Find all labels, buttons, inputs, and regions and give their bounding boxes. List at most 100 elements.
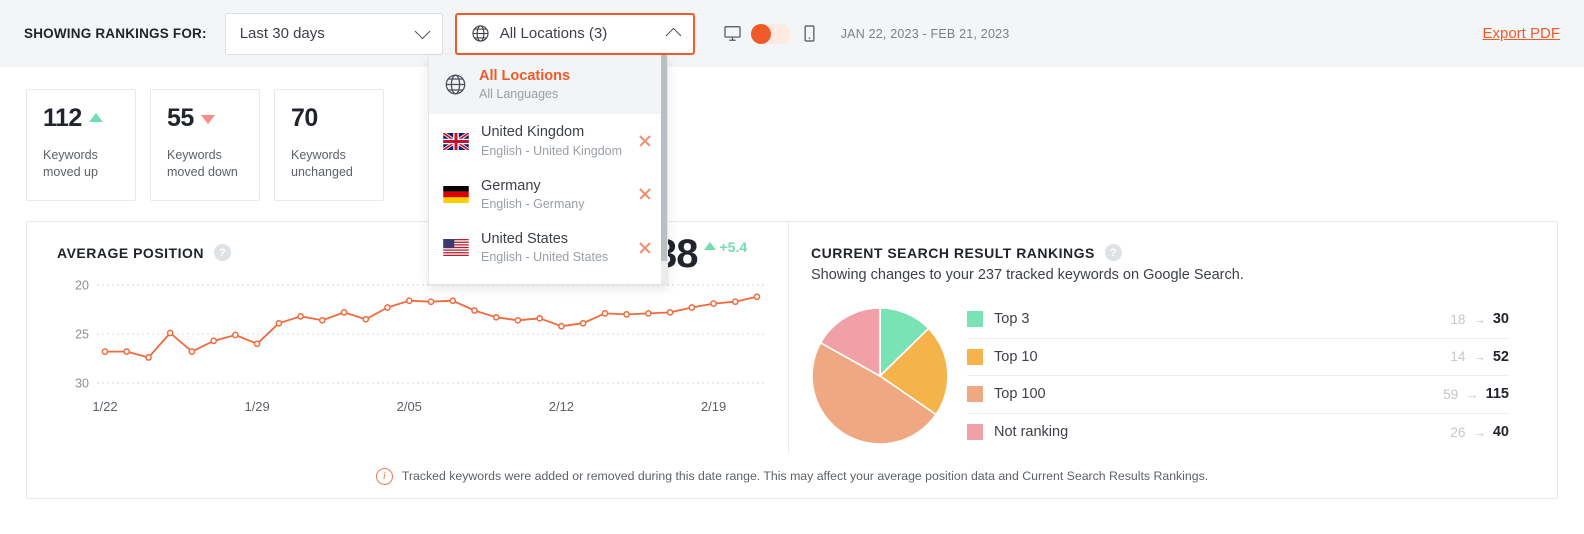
legend-label: Top 10 [994,349,1038,365]
stat-label: Keywords moved down [167,147,255,181]
average-position-delta: +5.4 [720,239,748,255]
line-chart-svg: 20 25 301/22 1/29 2/05 2/12 2/19 [57,271,769,436]
help-icon[interactable]: ? [1105,244,1122,261]
chevron-up-icon [665,28,681,44]
legend-old-value: 18 [1450,312,1465,327]
stat-card-unchanged: 70 Keywords unchanged [274,89,384,201]
device-toggle-switch[interactable] [751,24,791,44]
date-range-display: JAN 22, 2023 - FEB 21, 2023 [841,27,1010,41]
arrow-right-icon: → [1472,425,1486,440]
legend-new-value: 115 [1486,386,1509,402]
svg-text:2/19: 2/19 [701,399,726,414]
dropdown-item-title: United States [481,230,625,248]
legend-old-value: 14 [1450,349,1465,364]
trend-down-icon [201,115,215,124]
svg-text:30: 30 [75,377,89,391]
note-text: Tracked keywords were added or removed d… [402,469,1208,483]
svg-text:2/12: 2/12 [549,399,574,414]
legend-new-value: 30 [1493,311,1509,327]
date-range-select-value: Last 30 days [240,25,325,42]
stat-value: 112 [43,104,82,133]
legend-swatch [967,349,983,365]
chevron-down-icon [414,24,430,40]
average-position-value-group: 38 +5.4 [655,235,747,273]
dropdown-item-subtitle: English - United Kingdom [481,143,625,159]
legend-row-top-3[interactable]: Top 3 18 → 30 [967,301,1509,339]
globe-icon [443,73,467,96]
dropdown-item-title: Germany [481,177,625,195]
filter-toolbar: SHOWING RANKINGS FOR: Last 30 days All L… [0,0,1584,67]
flag-de-icon [443,186,469,203]
trend-up-icon [704,242,716,250]
rankings-legend: Top 3 18 → 30 Top 10 14 → 52 [967,301,1557,451]
stat-card-moved-up: 112 Keywords moved up [26,89,136,201]
legend-row-top-100[interactable]: Top 100 59 → 115 [967,376,1509,414]
average-position-title: AVERAGE POSITION [57,245,204,261]
dropdown-item-all-locations[interactable]: All Locations All Languages [429,55,667,114]
arrow-right-icon: → [1465,387,1479,402]
legend-new-value: 52 [1493,349,1509,365]
remove-location-icon[interactable] [637,240,653,256]
flag-us-icon [443,239,469,256]
dropdown-item-title: All Locations [479,67,653,85]
location-select[interactable]: All Locations (3) [455,13,695,55]
info-icon: i [376,468,393,485]
remove-location-icon[interactable] [637,186,653,202]
globe-icon [471,24,490,43]
legend-label: Top 3 [994,311,1029,327]
svg-text:20: 20 [75,279,89,293]
mobile-icon[interactable] [800,24,819,43]
legend-row-not-ranking[interactable]: Not ranking 26 → 40 [967,414,1509,452]
stat-value: 55 [167,104,194,133]
svg-text:1/29: 1/29 [244,399,269,414]
remove-location-icon[interactable] [637,133,653,149]
stat-card-moved-down: 55 Keywords moved down [150,89,260,201]
legend-new-value: 40 [1493,424,1509,440]
trend-up-icon [89,113,103,122]
arrow-right-icon: → [1472,312,1486,327]
location-dropdown-menu[interactable]: All Locations All Languages United Kingd… [428,55,668,285]
flag-uk-icon [443,133,469,150]
arrow-right-icon: → [1472,349,1486,364]
current-rankings-section: CURRENT SEARCH RESULT RANKINGS ? Showing… [789,222,1557,454]
dropdown-item-germany[interactable]: Germany English - Germany [429,168,667,221]
average-position-chart: 20 25 301/22 1/29 2/05 2/12 2/19 [57,271,769,436]
location-dropdown-scroll-area: All Locations All Languages United Kingd… [429,55,667,284]
dropdown-item-subtitle: English - United States [481,249,625,265]
stat-label: Keywords moved up [43,147,131,181]
device-toggle-group[interactable] [723,24,819,44]
dropdown-item-subtitle: All Languages [479,86,653,102]
dropdown-item-united-states[interactable]: United States English - United States [429,221,667,274]
export-pdf-link[interactable]: Export PDF [1482,25,1560,42]
dropdown-item-united-kingdom[interactable]: United Kingdom English - United Kingdom [429,114,667,167]
location-select-value: All Locations (3) [500,25,608,42]
dropdown-item-subtitle: English - Germany [481,196,625,212]
legend-old-value: 26 [1450,425,1465,440]
current-rankings-subtitle: Showing changes to your 237 tracked keyw… [811,267,1557,283]
keyword-stats-row: 112 Keywords moved up 55 Keywords moved … [0,67,1584,201]
help-icon[interactable]: ? [214,244,231,261]
dropdown-scrollbar-thumb[interactable] [661,55,667,261]
date-range-select[interactable]: Last 30 days [225,13,443,55]
dropdown-scrollbar-track[interactable] [661,55,667,284]
svg-text:2/05: 2/05 [397,399,422,414]
current-rankings-title: CURRENT SEARCH RESULT RANKINGS [811,245,1095,261]
showing-rankings-label: SHOWING RANKINGS FOR: [24,26,207,41]
legend-swatch [967,424,983,440]
legend-label: Top 100 [994,386,1046,402]
rankings-pie-chart [811,307,949,445]
svg-text:1/22: 1/22 [92,399,117,414]
rankings-panel: AVERAGE POSITION ? 2025301/221/292/052/1… [26,221,1558,499]
desktop-icon[interactable] [723,24,742,43]
legend-row-top-10[interactable]: Top 10 14 → 52 [967,339,1509,377]
tracked-keywords-note: i Tracked keywords were added or removed… [27,454,1557,498]
legend-label: Not ranking [994,424,1068,440]
toggle-knob [751,24,771,44]
legend-old-value: 59 [1443,387,1458,402]
legend-swatch [967,386,983,402]
svg-text:25: 25 [75,328,89,342]
stat-label: Keywords unchanged [291,147,379,181]
dropdown-item-title: United Kingdom [481,123,625,141]
legend-swatch [967,311,983,327]
stat-value: 70 [291,104,318,133]
